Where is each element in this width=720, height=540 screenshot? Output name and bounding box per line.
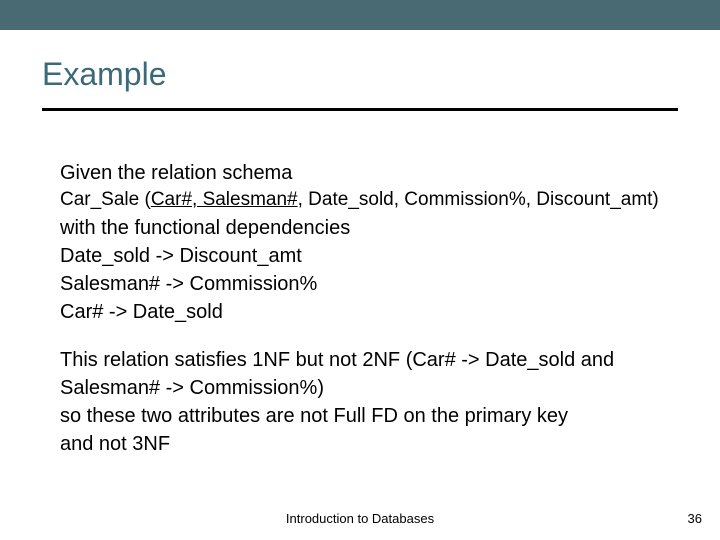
schema-line: Car_Sale (Car#, Salesman#, Date_sold, Co… — [60, 188, 678, 213]
schema-prefix: Car_Sale ( — [60, 189, 151, 210]
slide-title: Example — [42, 56, 167, 93]
footer-text: Introduction to Databases — [0, 511, 720, 526]
slide: Example Given the relation schema Car_Sa… — [0, 0, 720, 540]
paragraph-2: This relation satisfies 1NF but not 2NF … — [60, 347, 678, 457]
fd-line: Salesman# -> Commission% — [60, 271, 678, 297]
body-line: and not 3NF — [60, 431, 678, 457]
title-underline — [42, 108, 678, 111]
schema-primary-key: Car#, Salesman# — [151, 189, 298, 210]
top-bar — [0, 0, 720, 30]
schema-rest: , Date_sold, Commission%, Discount_amt) — [298, 189, 659, 210]
body-line: with the functional dependencies — [60, 215, 678, 241]
body-line: Salesman# -> Commission%) — [60, 375, 678, 401]
body-line: Given the relation schema — [60, 160, 678, 186]
fd-line: Date_sold -> Discount_amt — [60, 243, 678, 269]
body-line: This relation satisfies 1NF but not 2NF … — [60, 347, 678, 373]
fd-line: Car# -> Date_sold — [60, 299, 678, 325]
body-line: so these two attributes are not Full FD … — [60, 403, 678, 429]
page-number: 36 — [688, 511, 702, 526]
slide-body: Given the relation schema Car_Sale (Car#… — [60, 160, 678, 459]
